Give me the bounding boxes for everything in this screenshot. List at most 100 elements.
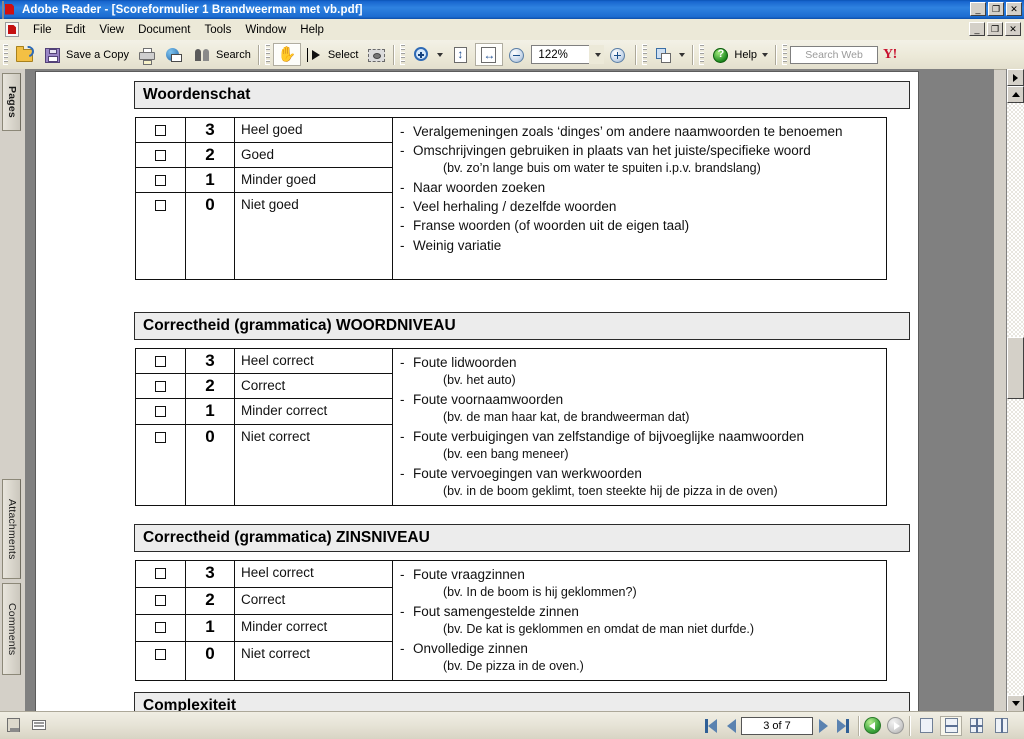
- checkbox-cell[interactable]: [135, 560, 186, 588]
- zoom-level-input[interactable]: 122%: [531, 45, 590, 64]
- chevron-down-icon[interactable]: [762, 52, 769, 57]
- last-page-button[interactable]: [833, 716, 853, 736]
- checkbox-cell[interactable]: [135, 192, 186, 280]
- checkbox-cell[interactable]: [135, 613, 186, 642]
- sidebar-item-pages[interactable]: Pages: [2, 73, 21, 131]
- menu-item-tools[interactable]: Tools: [198, 22, 239, 38]
- score-checkbox[interactable]: [155, 150, 166, 161]
- scrollbar-thumb[interactable]: [1007, 337, 1024, 399]
- list-item: Foute verbuigingen van zelfstandige of b…: [397, 427, 880, 446]
- table-row[interactable]: 3 Heel correct Foute lidwoorden (bv. het…: [135, 347, 887, 506]
- page-number-input[interactable]: 3 of 7: [741, 716, 813, 735]
- checkbox-cell[interactable]: [135, 142, 186, 168]
- scrollbar-track[interactable]: [1007, 103, 1024, 695]
- checkbox-cell[interactable]: [135, 373, 186, 400]
- expand-pane-button[interactable]: [1007, 69, 1024, 86]
- score-checkbox[interactable]: [155, 175, 166, 186]
- hand-tool-button[interactable]: ✋: [272, 43, 301, 66]
- continuous-facing-view-button[interactable]: [965, 716, 987, 736]
- list-item: Weinig variatie: [397, 236, 880, 255]
- zoom-in-button[interactable]: [604, 43, 632, 66]
- navigation-pane-toggle-icon[interactable]: [7, 718, 20, 732]
- menu-item-help[interactable]: Help: [293, 22, 331, 38]
- score-checkbox[interactable]: [155, 621, 166, 633]
- checkbox-cell[interactable]: [135, 167, 186, 193]
- chevron-down-icon[interactable]: [437, 52, 444, 57]
- checkbox-cell[interactable]: [135, 423, 186, 506]
- zoom-in-circle-icon: [608, 45, 628, 65]
- toolbar-grip-basic[interactable]: [264, 44, 270, 65]
- snapshot-tool-button[interactable]: [362, 43, 390, 66]
- zoom-tool-button[interactable]: [408, 43, 447, 66]
- menu-item-window[interactable]: Window: [238, 22, 293, 38]
- next-page-button[interactable]: [813, 716, 833, 736]
- mdi-restore-button[interactable]: ❐: [987, 22, 1003, 36]
- select-tool-button[interactable]: Select: [301, 43, 363, 66]
- page-layout-button[interactable]: [650, 43, 689, 66]
- checkbox-cell[interactable]: [135, 347, 186, 375]
- vertical-scrollbar[interactable]: [1006, 69, 1024, 712]
- score-checkbox[interactable]: [155, 648, 166, 660]
- previous-page-button[interactable]: [721, 716, 741, 736]
- minimize-button[interactable]: _: [970, 2, 986, 16]
- score-checkbox[interactable]: [155, 125, 166, 136]
- zoom-out-button[interactable]: [503, 43, 531, 66]
- email-button[interactable]: [161, 43, 189, 66]
- facing-view-button[interactable]: [990, 716, 1012, 736]
- chevron-down-icon[interactable]: [679, 52, 686, 57]
- fit-width-button[interactable]: [475, 43, 504, 66]
- checkbox-cell[interactable]: [135, 398, 186, 425]
- scroll-down-button[interactable]: [1007, 695, 1024, 712]
- single-page-view-button[interactable]: [915, 716, 937, 736]
- score-checkbox[interactable]: [155, 431, 166, 443]
- fit-page-button[interactable]: [447, 43, 475, 66]
- menu-item-view[interactable]: View: [92, 22, 131, 38]
- list-item: Veel herhaling / dezelfde woorden: [397, 197, 880, 216]
- score-checkbox[interactable]: [155, 594, 166, 606]
- mdi-close-button[interactable]: ✕: [1005, 22, 1021, 36]
- next-view-button[interactable]: [887, 717, 904, 734]
- toolbar-grip-help[interactable]: [699, 44, 705, 65]
- continuous-view-button[interactable]: [940, 715, 962, 736]
- checkbox-cell[interactable]: [135, 586, 186, 615]
- search-web-input[interactable]: Search Web: [790, 45, 879, 64]
- toolbar-grip-zoom[interactable]: [400, 44, 406, 65]
- menu-item-document[interactable]: Document: [131, 22, 197, 38]
- score-checkbox[interactable]: [155, 568, 166, 579]
- table-row[interactable]: 3 Heel goed Veralgemeningen zoals ‘dinge…: [135, 117, 887, 280]
- save-a-copy-button[interactable]: Save a Copy: [39, 43, 133, 66]
- help-button[interactable]: Help: [707, 43, 772, 66]
- menu-item-edit[interactable]: Edit: [59, 22, 93, 38]
- open-button[interactable]: [11, 43, 39, 66]
- zoom-dropdown-button[interactable]: [589, 45, 605, 64]
- score-label: Niet correct: [234, 423, 393, 506]
- score-checkbox[interactable]: [155, 406, 166, 418]
- restore-button[interactable]: ❐: [988, 2, 1004, 16]
- toolbar-grip-search-web[interactable]: [782, 44, 788, 65]
- yahoo-logo-icon[interactable]: Y!: [883, 47, 897, 63]
- document-view[interactable]: Woordenschat 3 Heel goed Veralgemeningen…: [26, 69, 994, 712]
- score-checkbox[interactable]: [155, 381, 166, 393]
- toolbar-separator-5: [775, 44, 777, 65]
- close-button[interactable]: ✕: [1006, 2, 1022, 16]
- score-label: Minder correct: [234, 613, 393, 642]
- first-page-button[interactable]: [701, 716, 721, 736]
- checkbox-cell[interactable]: [135, 117, 186, 143]
- scroll-up-button[interactable]: [1007, 86, 1024, 103]
- score-value: 3: [185, 117, 235, 143]
- search-button[interactable]: Search: [189, 43, 255, 66]
- toolbar-grip-file[interactable]: [3, 44, 8, 65]
- mdi-minimize-button[interactable]: _: [969, 22, 985, 36]
- sidebar-item-attachments[interactable]: Attachments: [2, 479, 21, 579]
- checkbox-cell[interactable]: [135, 640, 186, 681]
- sidebar-item-comments[interactable]: Comments: [2, 583, 21, 675]
- score-checkbox[interactable]: [155, 356, 166, 367]
- page-layout-icon: [654, 45, 674, 65]
- previous-view-button[interactable]: [864, 717, 881, 734]
- score-checkbox[interactable]: [155, 200, 166, 211]
- toolbar-grip-layout[interactable]: [642, 44, 648, 65]
- print-button[interactable]: [133, 43, 161, 66]
- table-row[interactable]: 3 Heel correct Foute vraagzinnen (bv. In…: [135, 560, 887, 681]
- menu-item-file[interactable]: File: [26, 22, 59, 38]
- layout-toggle-icon[interactable]: [32, 720, 46, 730]
